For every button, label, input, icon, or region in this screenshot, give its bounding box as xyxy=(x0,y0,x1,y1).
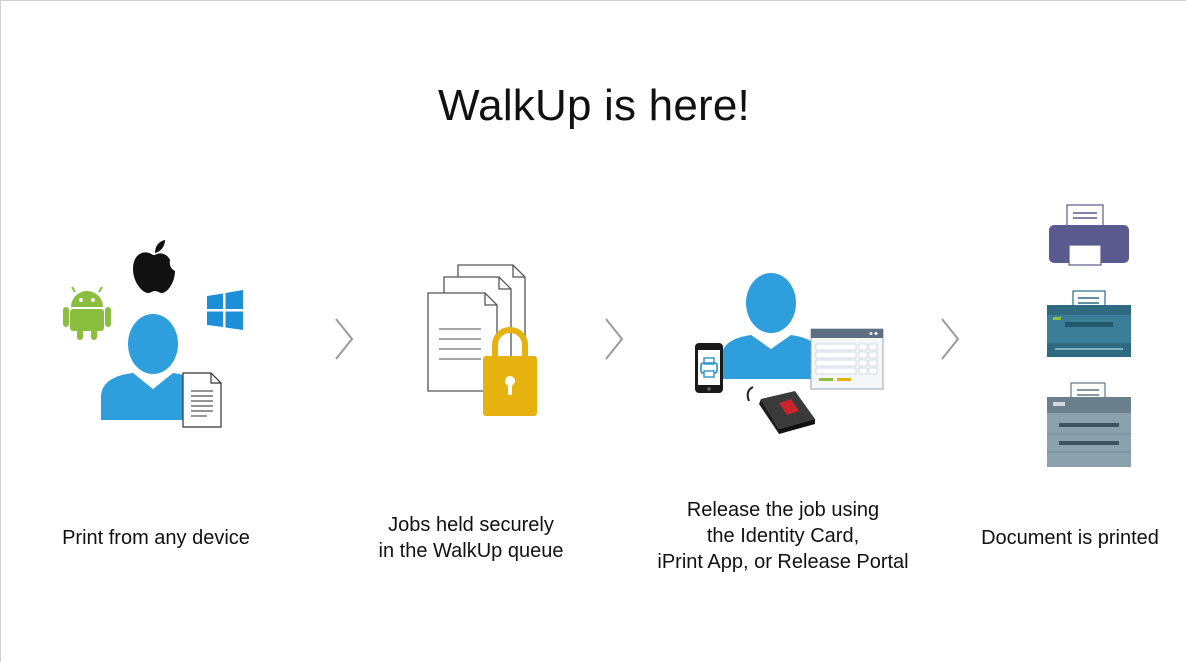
step3-caption-line: the Identity Card, xyxy=(706,525,860,547)
chevron-right-icon xyxy=(335,318,354,360)
step2-caption: Jobs held securely in the WalkUp queue xyxy=(346,512,596,564)
windows-icon xyxy=(207,290,243,330)
desktop-printer-icon xyxy=(1049,204,1129,266)
step2-caption-line: Jobs held securely xyxy=(388,514,554,536)
page-title: WalkUp is here! xyxy=(438,81,750,130)
card-reader-icon xyxy=(746,386,815,434)
walkup-slide: WalkUp is here! Print from any device Jo… xyxy=(0,0,1186,662)
step1-caption: Print from any device xyxy=(31,525,281,551)
step4-caption-line: Document is printed xyxy=(981,527,1159,549)
step2-graphic xyxy=(427,264,537,416)
chevron-right-icon xyxy=(605,318,624,360)
step4-caption: Document is printed xyxy=(959,525,1181,551)
step3-caption-line: iPrint App, or Release Portal xyxy=(657,551,909,573)
chevron-right-icon xyxy=(941,318,960,360)
smartphone-icon xyxy=(695,343,723,393)
step3-caption-line: Release the job using xyxy=(686,499,880,521)
multifunction-printer-icon xyxy=(1047,382,1131,467)
step2-caption-line: in the WalkUp queue xyxy=(378,540,564,562)
document-icon xyxy=(182,372,222,428)
android-icon xyxy=(63,286,111,340)
person-icon xyxy=(721,273,821,379)
apple-icon xyxy=(133,240,175,293)
step1-caption-line: Print from any device xyxy=(62,527,250,549)
step3-caption: Release the job using the Identity Card,… xyxy=(623,497,943,575)
step4-graphic xyxy=(1047,204,1131,467)
step3-graphic xyxy=(695,273,884,434)
step1-graphic xyxy=(63,240,243,428)
release-portal-icon xyxy=(810,328,884,390)
office-printer-icon xyxy=(1047,290,1131,357)
